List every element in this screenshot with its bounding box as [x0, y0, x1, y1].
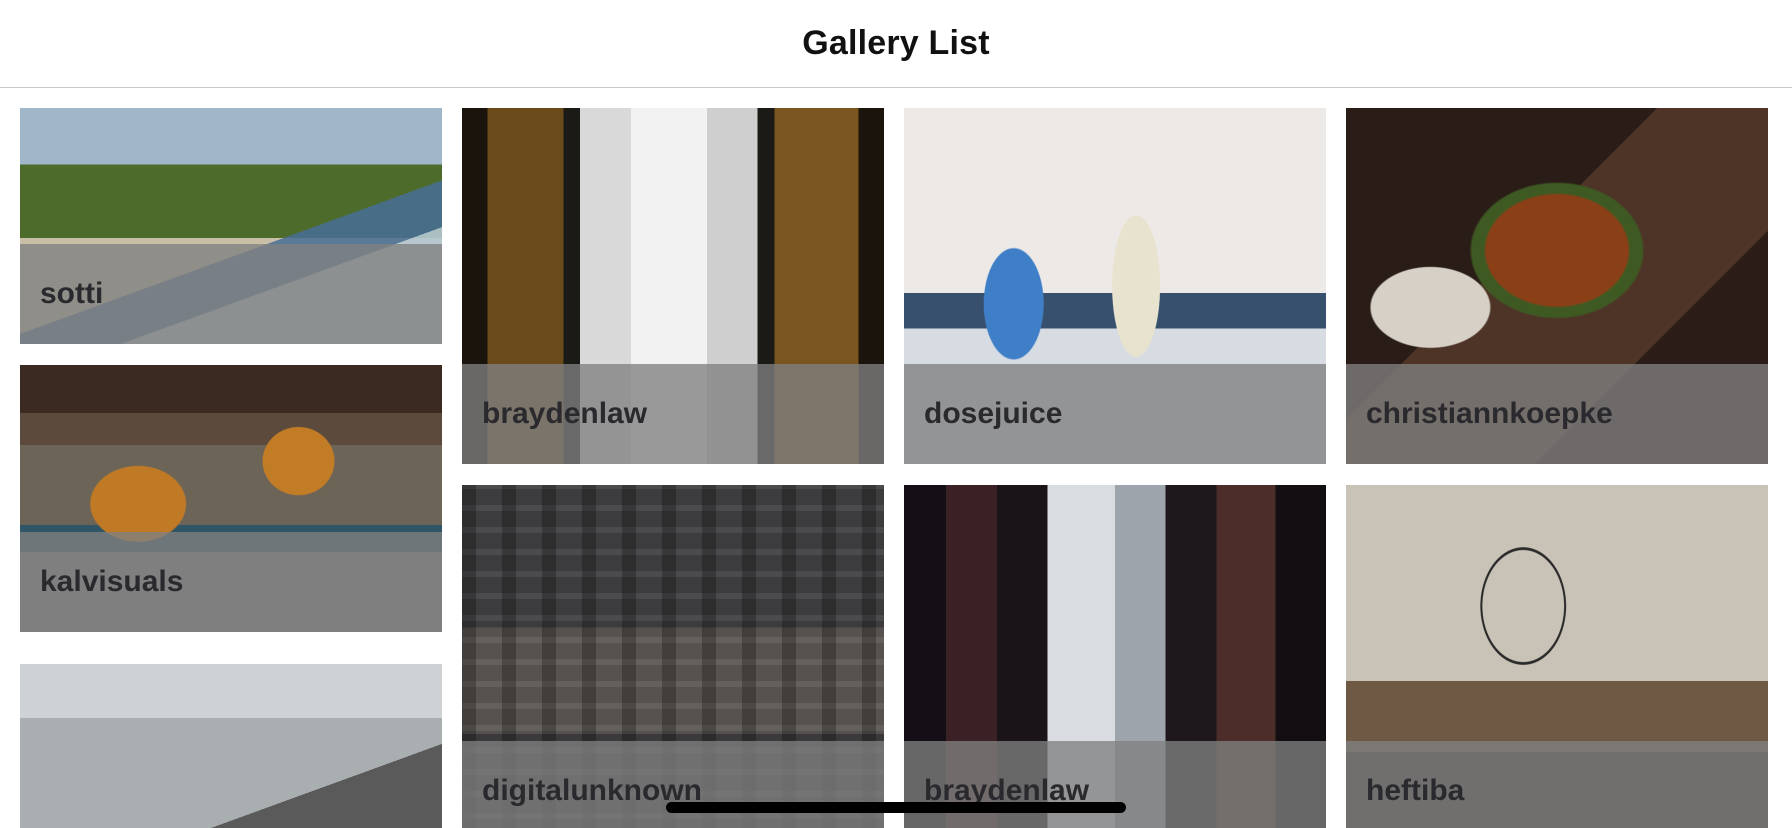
navigation-bar: Gallery List: [0, 0, 1792, 88]
gallery-photo: [20, 664, 442, 828]
gallery-tile[interactable]: dosejuice: [904, 108, 1326, 464]
gallery-tile[interactable]: christiannkoepke: [1346, 108, 1768, 464]
caption-bar: braydenlaw: [462, 364, 884, 464]
gallery-tile[interactable]: heftiba: [1346, 485, 1768, 828]
author-label: kalvisuals: [40, 565, 184, 598]
gallery-tile[interactable]: sotti: [20, 108, 442, 344]
caption-bar: digitalunknown: [462, 741, 884, 828]
caption-bar: dosejuice: [904, 364, 1326, 464]
author-label: braydenlaw: [482, 397, 648, 430]
author-label: heftiba: [1366, 774, 1465, 807]
gallery-tile[interactable]: braydenlaw: [904, 485, 1326, 828]
author-label: christiannkoepke: [1366, 397, 1613, 430]
caption-bar: braydenlaw: [904, 741, 1326, 828]
gallery-tile[interactable]: digitalunknown: [462, 485, 884, 828]
caption-bar: heftiba: [1346, 741, 1768, 828]
caption-bar: sotti: [20, 244, 442, 344]
gallery-tile[interactable]: kalvisuals: [20, 365, 442, 632]
page-title: Gallery List: [802, 24, 990, 62]
gallery-grid[interactable]: sotti kalvisuals braydenlaw digitalunkno…: [0, 88, 1792, 828]
home-indicator[interactable]: [666, 802, 1126, 813]
author-label: dosejuice: [924, 397, 1063, 430]
author-label: sotti: [40, 277, 104, 310]
gallery-tile[interactable]: braydenlaw: [462, 108, 884, 464]
gallery-tile[interactable]: [20, 664, 442, 828]
caption-bar: christiannkoepke: [1346, 364, 1768, 464]
caption-bar: kalvisuals: [20, 532, 442, 632]
